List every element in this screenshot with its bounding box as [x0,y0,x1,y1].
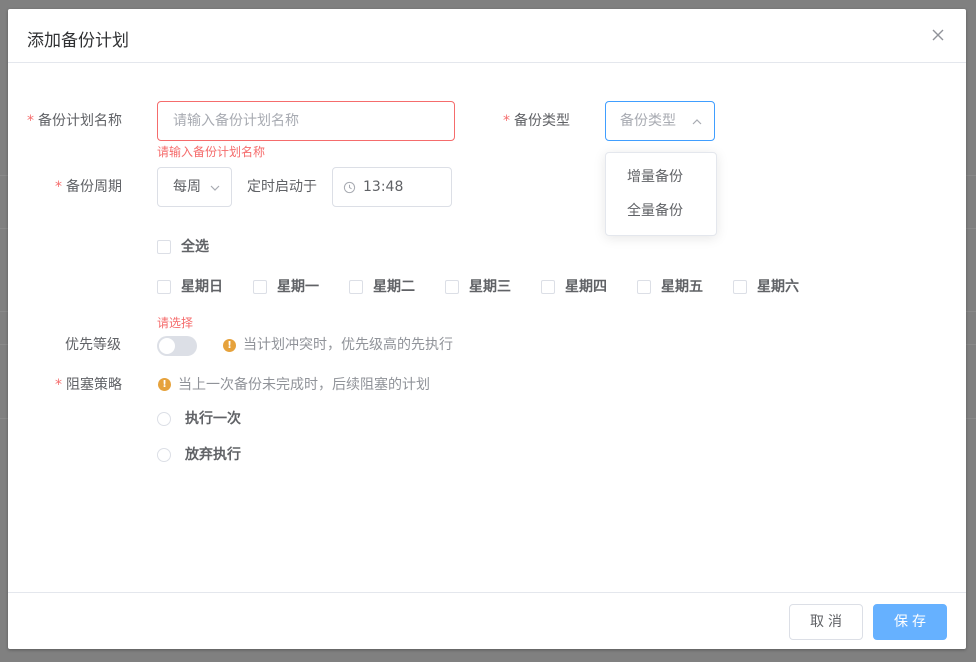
cycle-select[interactable]: 每周 [157,167,232,207]
weekday-label-tue[interactable]: 星期二 [373,277,415,297]
weekday-label-sun[interactable]: 星期日 [181,277,223,297]
dialog-title: 添加备份计划 [27,31,129,51]
radio-skip[interactable] [157,448,171,462]
weekday-checkbox-sat[interactable] [733,280,747,294]
priority-switch[interactable] [157,336,197,356]
weekday-label-fri[interactable]: 星期五 [661,277,703,297]
dropdown-option-incremental[interactable]: 增量备份 [606,160,716,194]
add-backup-plan-dialog: 添加备份计划 * 备份计划名称 请输入备份计划名称 请输入备份计划名称 * 备份类型… [8,9,966,649]
weekday-error: 请选择 [157,316,194,330]
warning-icon: ! [158,378,171,391]
weekday-checkbox-sun[interactable] [157,280,171,294]
radio-run-once[interactable] [157,412,171,426]
weekday-label-wed[interactable]: 星期三 [469,277,511,297]
dropdown-option-full[interactable]: 全量备份 [606,194,716,228]
plan-name-placeholder: 请输入备份计划名称 [173,113,299,129]
radio-skip-label[interactable]: 放弃执行 [185,445,241,465]
timer-label: 定时启动于 [247,179,317,195]
plan-name-input[interactable]: 请输入备份计划名称 [157,101,455,141]
select-all-label[interactable]: 全选 [181,237,209,257]
backup-type-placeholder: 备份类型 [620,113,676,129]
weekday-label-thu[interactable]: 星期四 [565,277,607,297]
radio-run-once-label[interactable]: 执行一次 [185,409,241,429]
warning-icon: ! [223,339,236,352]
cycle-label: * 备份周期 [55,179,122,195]
plan-name-error: 请输入备份计划名称 [157,145,266,159]
select-all-checkbox[interactable] [157,240,171,254]
switch-knob [159,338,175,354]
cycle-value: 每周 [173,179,201,195]
weekday-checkbox-fri[interactable] [637,280,651,294]
chevron-up-icon [692,119,702,125]
cancel-button[interactable]: 取消 [789,604,863,640]
backup-type-dropdown: 增量备份 全量备份 [605,152,717,236]
weekday-checkbox-wed[interactable] [445,280,459,294]
backup-type-select[interactable]: 备份类型 [605,101,715,141]
weekday-checkbox-thu[interactable] [541,280,555,294]
save-button[interactable]: 保存 [873,604,947,640]
time-picker[interactable]: 13:48 [332,167,452,207]
priority-label: 优先等级 [65,337,121,353]
weekday-label-mon[interactable]: 星期一 [277,277,319,297]
weekday-label-sat[interactable]: 星期六 [757,277,799,297]
time-value: 13:48 [363,179,404,195]
blocking-label: * 阻塞策略 [55,377,122,393]
plan-name-label: * 备份计划名称 [27,113,122,129]
weekday-checkbox-mon[interactable] [253,280,267,294]
chevron-down-icon [210,185,220,191]
weekday-checkbox-tue[interactable] [349,280,363,294]
blocking-hint: 当上一次备份未完成时，后续阻塞的计划 [178,377,430,393]
clock-icon [343,181,356,194]
priority-hint: 当计划冲突时，优先级高的先执行 [243,337,453,353]
dialog-header: 添加备份计划 [8,9,966,63]
close-icon[interactable] [930,27,946,43]
backup-type-label: * 备份类型 [503,113,570,129]
dialog-footer: 取消 保存 [8,592,966,649]
